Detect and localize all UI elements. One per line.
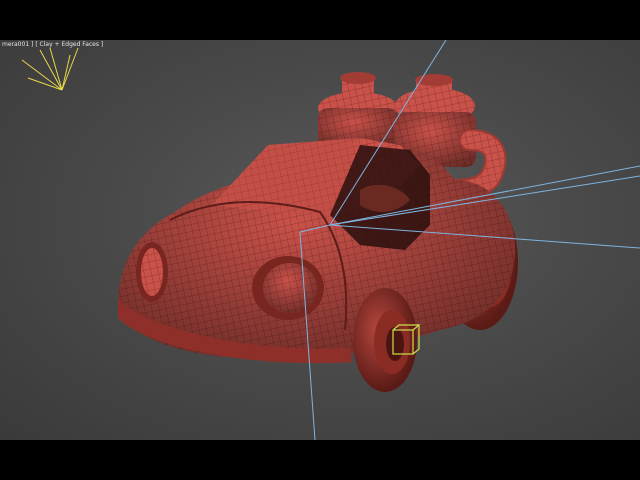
light-icon[interactable] — [21, 47, 79, 91]
headlight-right — [252, 256, 324, 320]
letterbox-top — [0, 0, 640, 40]
headlight-left — [136, 242, 168, 302]
scene-canvas — [21, 40, 640, 440]
letterbox-bottom — [0, 440, 640, 480]
front-wheel — [353, 288, 417, 392]
car-body — [118, 138, 515, 364]
viewport-perspective[interactable]: mera001 ] [ Clay + Edged Faces ] — [0, 40, 640, 440]
